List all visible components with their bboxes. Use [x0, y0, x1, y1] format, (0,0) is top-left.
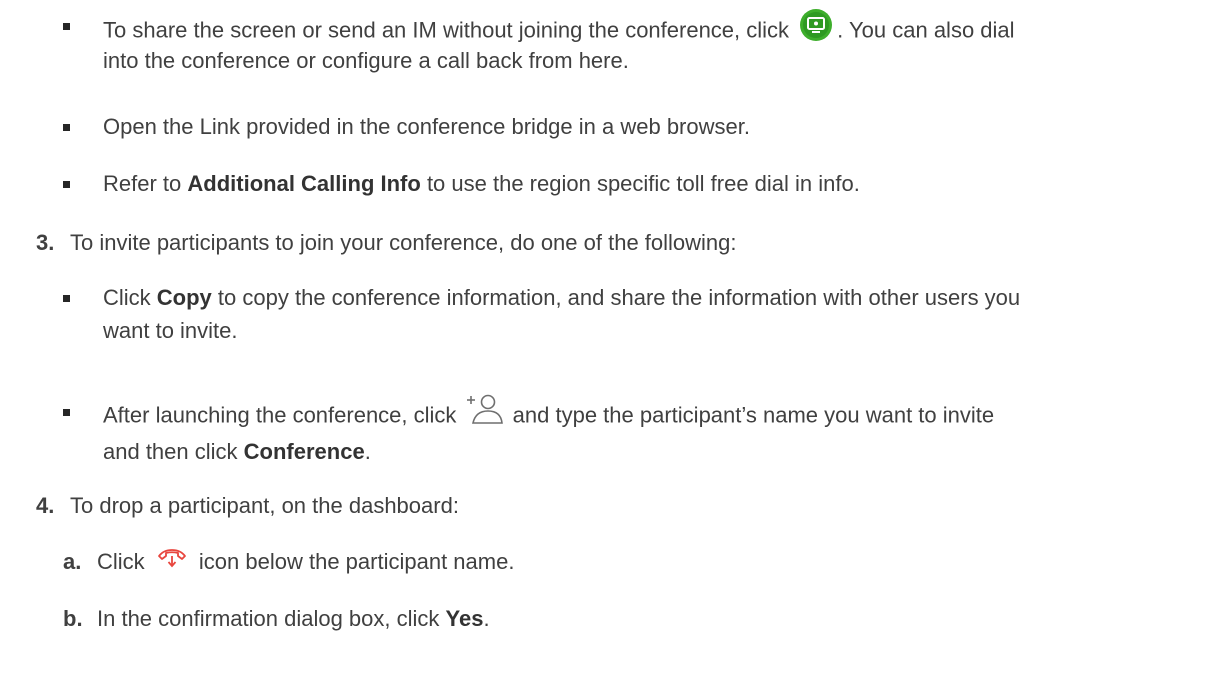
substep-b-instruction: In the confirmation dialog box, click Ye…: [97, 603, 490, 635]
share-instruction-line2: into the conference or configure a call …: [103, 45, 629, 77]
substep-label: a.: [63, 549, 82, 574]
add-participant-icon: [466, 392, 503, 433]
text: To share the screen or send an IM withou…: [103, 17, 790, 43]
substep-label: b.: [63, 606, 83, 631]
text: Refer to: [103, 171, 182, 196]
text: to copy the conference information, and …: [217, 285, 1021, 310]
bullet-marker: [63, 124, 70, 131]
bullet-marker: [63, 295, 70, 302]
bullet-marker: [63, 409, 70, 416]
text: In the confirmation dialog box, click: [97, 606, 440, 631]
bullet-marker: [63, 23, 70, 30]
copy-label: Copy: [156, 285, 212, 310]
text: and type the participant’s name you want…: [512, 402, 995, 428]
hang-up-icon: [157, 545, 187, 578]
text: and then click: [103, 439, 238, 464]
text: .: [364, 439, 371, 464]
step-number: 4.: [36, 493, 55, 518]
text: want to invite.: [103, 318, 238, 343]
refer-instruction: Refer to Additional Calling Info to use …: [103, 168, 860, 200]
text: . You can also dial: [837, 17, 1015, 43]
additional-calling-info-label: Additional Calling Info: [187, 171, 421, 196]
add-participant-instruction-line1: After launching the conference, click an…: [103, 394, 995, 437]
yes-label: Yes: [445, 606, 484, 631]
add-participant-instruction-line2: and then click Conference.: [103, 436, 371, 468]
text: Click: [103, 285, 151, 310]
step3-instruction: To invite participants to join your conf…: [70, 227, 737, 259]
conference-label: Conference: [243, 439, 365, 464]
text: Click: [97, 549, 145, 574]
text: To invite participants to join your conf…: [70, 230, 737, 255]
text: icon below the participant name.: [198, 549, 515, 574]
substep-a-instruction: Click icon below the participant name.: [97, 546, 514, 580]
text: into the conference or configure a call …: [103, 48, 629, 73]
step-number: 3.: [36, 230, 55, 255]
text: To drop a participant, on the dashboard:: [70, 493, 459, 518]
text: After launching the conference, click: [103, 402, 457, 428]
text: to use the region specific toll free dia…: [426, 171, 860, 196]
step4-instruction: To drop a participant, on the dashboard:: [70, 490, 459, 522]
copy-instruction-line2: want to invite.: [103, 315, 238, 347]
open-link-instruction: Open the Link provided in the conference…: [103, 111, 750, 143]
copy-instruction-line1: Click Copy to copy the conference inform…: [103, 282, 1020, 314]
screen-share-icon: [799, 8, 833, 51]
bullet-marker: [63, 181, 70, 188]
text: Open the Link provided in the conference…: [103, 114, 750, 139]
text: .: [483, 606, 490, 631]
